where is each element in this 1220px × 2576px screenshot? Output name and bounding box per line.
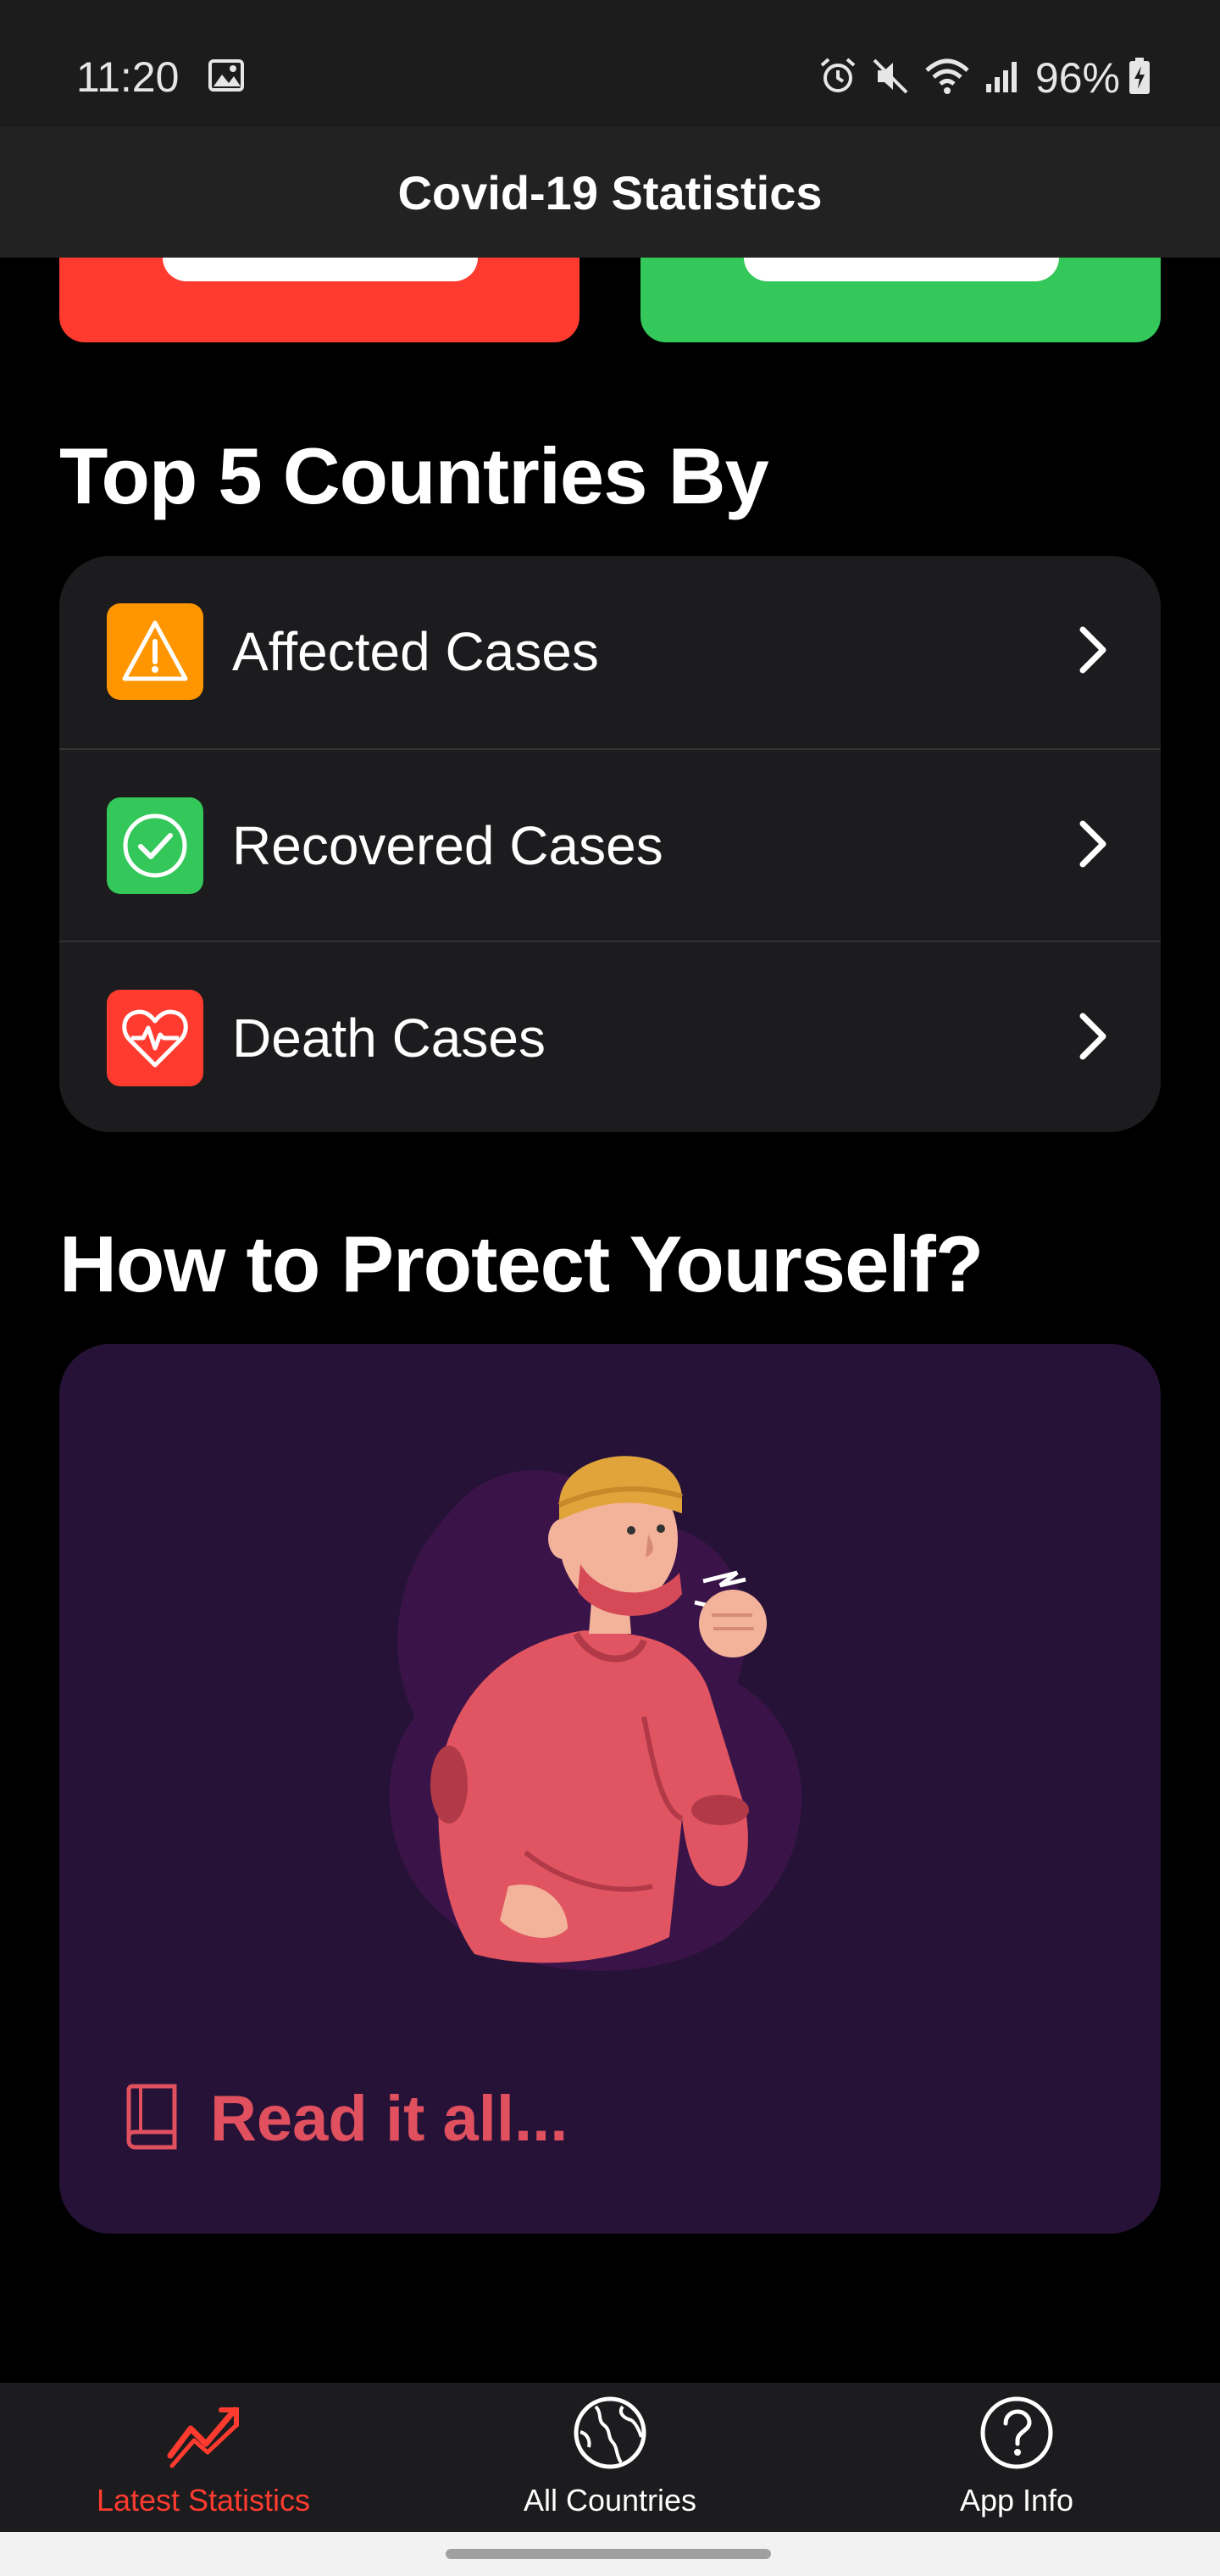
top5-heading: Top 5 Countries By	[59, 431, 769, 520]
nav-label: App Info	[959, 2483, 1074, 2518]
protect-heading: How to Protect Yourself?	[59, 1219, 984, 1308]
top5-list: Affected Cases Recovered Cases Death Cas…	[59, 556, 1161, 1132]
read-it-all-link[interactable]: Read it all...	[124, 2069, 568, 2168]
list-item-death-cases[interactable]: Death Cases	[59, 941, 1161, 1132]
list-item-affected-cases[interactable]: Affected Cases	[59, 556, 1161, 747]
warning-icon	[107, 603, 203, 700]
page-title: Covid-19 Statistics	[397, 165, 823, 219]
nav-label: Latest Statistics	[96, 2483, 311, 2518]
chevron-right-icon	[1076, 1011, 1110, 1066]
list-item-label: Death Cases	[232, 1008, 546, 1069]
battery-percent: 96%	[1034, 54, 1120, 102]
battery-charging-icon	[1128, 57, 1151, 99]
app-header: Covid-19 Statistics	[0, 127, 1220, 258]
gesture-bar	[0, 2532, 1220, 2576]
image-icon	[208, 59, 244, 96]
check-circle-icon	[107, 797, 203, 894]
signal-icon	[984, 58, 1022, 98]
home-indicator[interactable]	[446, 2549, 771, 2559]
list-item-label: Recovered Cases	[232, 815, 663, 876]
alarm-icon	[818, 57, 857, 100]
nav-item-app-info[interactable]: App Info	[813, 2383, 1220, 2532]
mute-icon	[871, 57, 910, 100]
nav-item-all-countries[interactable]: All Countries	[407, 2383, 813, 2532]
heartbeat-icon	[107, 990, 203, 1086]
chevron-right-icon	[1076, 819, 1110, 874]
list-item-label: Affected Cases	[232, 621, 599, 682]
globe-icon	[572, 2395, 648, 2475]
nav-label: All Countries	[523, 2483, 697, 2518]
chevron-right-icon	[1076, 625, 1110, 680]
trend-icon	[165, 2395, 241, 2475]
wifi-icon	[923, 57, 971, 100]
coughing-person-illustration	[347, 1412, 890, 2026]
status-time: 11:20	[76, 53, 180, 101]
help-icon	[979, 2395, 1055, 2475]
list-item-recovered-cases[interactable]: Recovered Cases	[59, 748, 1161, 941]
book-icon	[124, 2081, 183, 2157]
read-it-all-label: Read it all...	[210, 2082, 568, 2155]
status-bar: 11:20 96%	[0, 0, 1220, 127]
status-icons: 96%	[818, 53, 1164, 103]
nav-item-latest-statistics[interactable]: Latest Statistics	[0, 2383, 407, 2532]
protect-card[interactable]: Read it all...	[59, 1344, 1161, 2234]
bottom-nav: Latest Statistics All Countries App Info	[0, 2383, 1220, 2532]
